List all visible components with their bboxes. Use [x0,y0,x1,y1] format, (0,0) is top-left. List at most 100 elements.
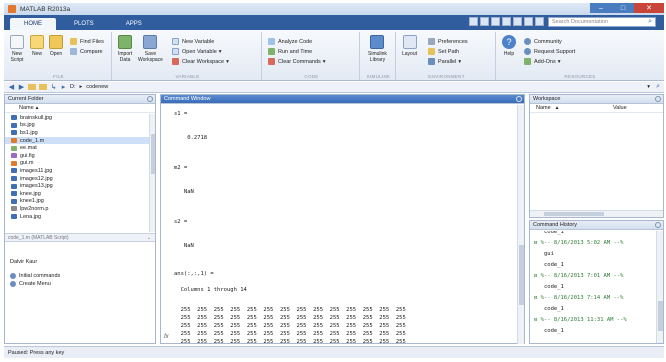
command-history-scrollbar[interactable] [656,231,663,343]
file-list-item[interactable]: bs.jpg [5,122,150,130]
close-window-button[interactable]: ✕ [634,3,664,13]
workspace-hscrollbar[interactable] [530,210,663,217]
history-session-marker[interactable]: ⊟ %-- 8/16/2013 7:14 AM --% [534,295,623,301]
find-files-button[interactable]: Find Files [70,38,104,45]
find-files-label: Find Files [80,38,104,45]
history-command[interactable]: code_1 [544,262,564,268]
analyze-code-button[interactable]: Analyze Code [268,38,312,45]
details-header[interactable]: code_1.m (MATLAB Script) ⌄ [5,233,155,242]
file-list-item[interactable]: lpw2norm.p [5,205,150,213]
layout-button[interactable]: Layout [402,35,417,57]
file-list-item[interactable]: knee.jpg [5,190,150,198]
history-command[interactable]: code_1 [544,284,564,290]
file-list-item[interactable]: images12.jpg [5,175,150,183]
command-window-scrollbar[interactable] [517,105,524,344]
chevron-down-icon[interactable]: ⌄ [147,235,151,241]
import-data-button[interactable]: Import Data [118,35,132,63]
details-item[interactable]: Create Menu [10,281,51,287]
variable-group-label: VARIABLE [175,74,200,79]
browse-folder-icon[interactable] [39,84,47,90]
clear-commands-button[interactable]: Clear Commands ▾ [268,58,326,65]
breadcrumb-folder[interactable]: codenew [86,84,108,90]
community-button[interactable]: Community [524,38,562,45]
layout-label: Layout [402,51,418,57]
file-list-item[interactable]: ee.mat [5,144,150,152]
name-column-header[interactable]: Name ▴ [5,104,155,113]
history-session-marker[interactable]: ⊟ %-- 8/16/2013 7:01 AM --% [534,273,623,279]
file-list-item[interactable]: Lena.jpg [5,213,150,221]
history-command[interactable]: code_1 [544,306,564,312]
layout-icon [402,35,417,49]
help-button[interactable]: ? Help [502,35,516,57]
history-command[interactable]: code_1 [544,328,564,334]
maximize-button[interactable]: □ [612,3,634,13]
request-support-button[interactable]: Request Support [524,48,575,55]
file-list-item[interactable]: knee1.jpg [5,198,150,206]
minimize-button[interactable]: – [590,3,612,13]
fx-prompt-icon[interactable]: fx [164,334,169,340]
paste-icon[interactable] [502,17,511,26]
open-button[interactable]: Open [49,35,63,57]
command-window-output[interactable]: s1 = 0.2718 m2 = NaN s2 = NaN ans(:,:,1) = … [161,105,518,344]
save-workspace-button[interactable]: Save Workspace [138,35,163,63]
add-ons-button[interactable]: Add-Ons ▾ [524,58,560,65]
ws-name-column[interactable]: Name ▴ [530,104,610,112]
tab-home[interactable]: HOME [10,18,56,30]
set-path-button[interactable]: Set Path [428,48,459,55]
file-list-item[interactable]: brainskull.jpg [5,114,150,122]
import-data-icon [118,35,133,49]
file-list-item[interactable]: gui.m [5,160,150,168]
ws-name-label: Name [536,105,551,111]
history-command[interactable]: gui [544,251,554,257]
command-output-line: s1 = [174,111,188,117]
history-command[interactable]: code_1 [544,231,564,235]
file-list-item[interactable]: code_1.m [5,136,150,145]
history-session-marker[interactable]: ⊟ %-- 8/16/2013 11:31 AM --% [534,317,627,323]
history-session-marker[interactable]: ⊟ %-- 8/16/2013 5:02 AM --% [534,240,623,246]
ws-value-column[interactable]: Value [610,104,627,112]
search-documentation-input[interactable]: Search Documentation ⌕ [548,17,656,27]
file-list-scrollbar[interactable] [149,114,155,232]
tab-apps[interactable]: APPS [112,18,156,30]
cut-icon[interactable] [480,17,489,26]
forward-icon[interactable]: ▶ [18,84,25,91]
file-list-item[interactable]: images13.jpg [5,182,150,190]
new-variable-button[interactable]: New Variable [172,38,214,45]
save-icon[interactable] [469,17,478,26]
chevron-down-icon[interactable]: ▾ [226,59,229,65]
clear-workspace-button[interactable]: Clear Workspace ▾ [172,58,229,65]
panel-actions-icon[interactable] [655,222,661,228]
compare-button[interactable]: Compare [70,48,103,55]
new-button[interactable]: New [30,35,44,57]
address-dropdown-icon[interactable]: ▾ [647,84,650,90]
file-list-item[interactable]: bs1.jpg [5,129,150,137]
chevron-down-icon[interactable]: ▾ [323,59,326,65]
file-list-item[interactable]: images11.jpg [5,167,150,175]
preferences-button[interactable]: Preferences [428,38,468,45]
panel-actions-icon[interactable] [147,96,153,102]
chevron-down-icon[interactable]: ▾ [558,59,561,65]
undo-icon[interactable] [513,17,522,26]
simulink-library-button[interactable]: Simulink Library [368,35,387,63]
tab-plots[interactable]: PLOTS [60,18,108,30]
panel-actions-icon[interactable] [655,96,661,102]
run-and-time-button[interactable]: Run and Time [268,48,312,55]
search-icon[interactable]: ⌕ [656,83,660,91]
open-variable-button[interactable]: Open Variable ▾ [172,48,222,55]
details-item[interactable]: Initial commands [10,273,60,279]
panel-actions-icon[interactable] [516,96,522,102]
help-icon[interactable] [535,17,544,26]
simulink-library-label: Simulink Library [368,51,387,63]
copy-icon[interactable] [491,17,500,26]
chevron-down-icon[interactable]: ▾ [458,59,461,65]
back-icon[interactable]: ◀ [8,84,15,91]
parallel-button[interactable]: Parallel ▾ [428,58,461,65]
up-folder-icon[interactable] [28,84,36,90]
chevron-down-icon[interactable]: ▾ [219,49,222,55]
breadcrumb-drive[interactable]: D: [70,84,76,90]
file-list-item[interactable]: gui.fig [5,152,150,160]
new-script-button[interactable]: New Script [10,35,24,63]
redo-icon[interactable] [524,17,533,26]
script-file-icon [11,138,17,144]
search-icon[interactable]: ⌕ [648,18,652,26]
